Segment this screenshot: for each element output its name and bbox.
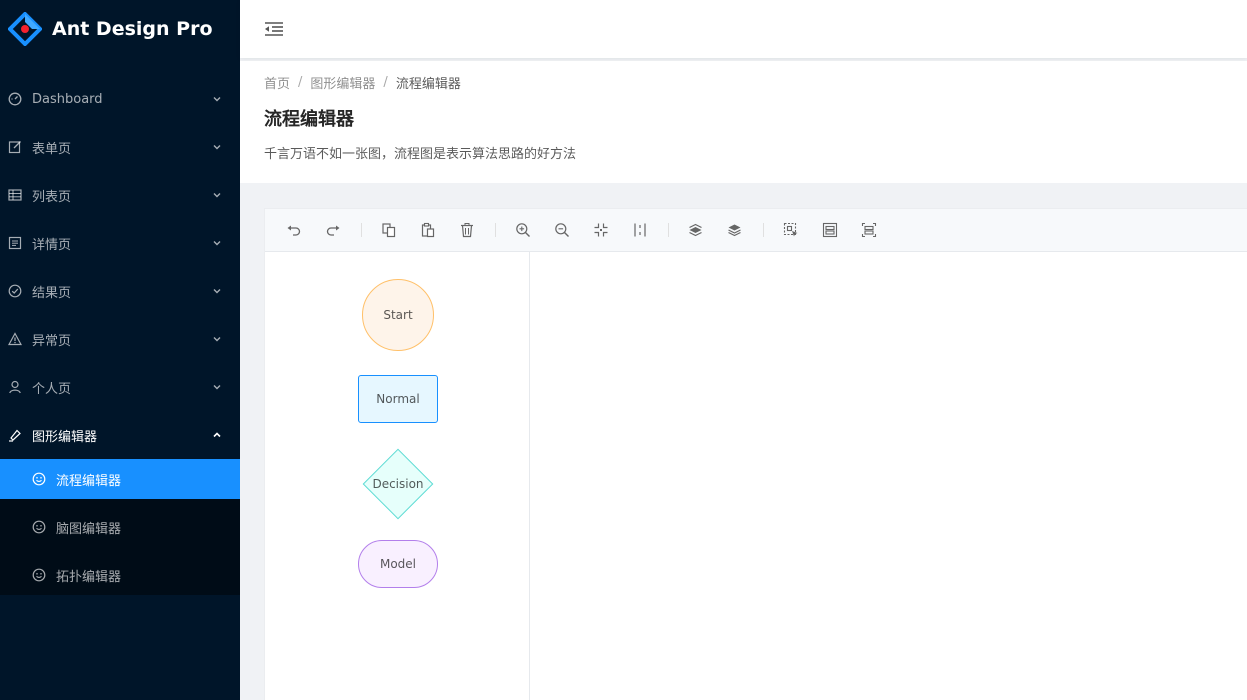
form-icon [8,140,22,154]
model-node-item[interactable]: Model [358,540,438,588]
logo[interactable]: Ant Design Pro [0,0,240,58]
editor-toolbar [265,209,1247,252]
page-title: 流程编辑器 [264,109,354,130]
sidebar-item-label: 结果页 [32,285,72,301]
breadcrumb-current: 流程编辑器 [395,76,461,92]
app-title: Ant Design Pro [52,18,213,40]
to-back-icon[interactable] [685,219,707,241]
chevron-down-icon [212,382,222,392]
warning-icon [8,332,22,346]
normal-node-item[interactable]: Normal [358,375,438,423]
sidebar-item-flow-editor[interactable]: 流程编辑器 [0,459,240,499]
toolbar-divider [495,223,496,237]
sidebar-menu: Dashboard 表单页 列表页 详情页 结果页 异常页 个人页 图形编辑器 … [0,75,240,595]
smile-icon [32,472,46,486]
sidebar: Ant Design Pro Dashboard 表单页 列表页 详情页 结果页… [0,0,240,700]
sidebar-item-label: 异常页 [32,333,72,349]
sidebar-item-koni-editor[interactable]: 拓扑编辑器 [0,555,240,595]
smile-icon [32,520,46,534]
sidebar-item-label: Dashboard [32,91,103,107]
sidebar-item-label: 列表页 [32,189,72,205]
highlight-icon [8,428,22,442]
delete-icon[interactable] [456,219,478,241]
sidebar-subitem-label: 流程编辑器 [56,473,122,489]
flow-editor: Start Normal Decision Model [264,208,1247,700]
ungroup-icon[interactable] [858,219,880,241]
sidebar-item-exception[interactable]: 异常页 [0,315,240,363]
table-icon [8,188,22,202]
copy-icon[interactable] [378,219,400,241]
sidebar-item-label: 个人页 [32,381,72,397]
smile-icon [32,568,46,582]
normal-node-label: Normal [376,392,420,406]
paste-icon[interactable] [417,219,439,241]
zoom-in-icon[interactable] [512,219,534,241]
chevron-down-icon [212,286,222,296]
toolbar-divider [763,223,764,237]
profile-icon [8,236,22,250]
check-circle-icon [8,284,22,298]
chevron-down-icon [212,142,222,152]
decision-node-item[interactable]: Decision [358,444,438,524]
breadcrumb: 首页 / 图形编辑器 / 流程编辑器 [264,73,1223,92]
sidebar-item-profile[interactable]: 详情页 [0,219,240,267]
sidebar-subitem-label: 脑图编辑器 [56,521,122,537]
auto-zoom-icon[interactable] [590,219,612,241]
group-icon[interactable] [819,219,841,241]
model-node-label: Model [379,557,417,571]
global-header [240,0,1247,58]
sidebar-item-editor[interactable]: 图形编辑器 [0,411,240,459]
start-node-item[interactable]: Start [362,279,434,351]
breadcrumb-separator: / [383,74,388,90]
sidebar-item-account[interactable]: 个人页 [0,363,240,411]
to-front-icon[interactable] [724,219,746,241]
flow-canvas[interactable] [530,252,1247,700]
chevron-down-icon [212,190,222,200]
chevron-up-icon [212,430,222,440]
sidebar-item-mind-editor[interactable]: 脑图编辑器 [0,507,240,547]
sidebar-item-label: 图形编辑器 [32,429,98,445]
decision-node-label: Decision [372,477,424,491]
sidebar-item-list[interactable]: 列表页 [0,171,240,219]
zoom-out-icon[interactable] [551,219,573,241]
sidebar-item-label: 详情页 [32,237,72,253]
item-panel: Start Normal Decision Model [265,252,530,700]
chevron-down-icon [212,238,222,248]
start-node-label: Start [383,308,413,322]
reset-zoom-icon[interactable] [629,219,651,241]
undo-icon[interactable] [283,219,305,241]
sidebar-item-result[interactable]: 结果页 [0,267,240,315]
multi-select-icon[interactable] [780,219,802,241]
sidebar-subitem-label: 拓扑编辑器 [56,569,122,585]
dashboard-icon [8,92,22,106]
breadcrumb-separator: / [298,74,303,90]
breadcrumb-home[interactable]: 首页 [264,73,290,92]
sidebar-item-form[interactable]: 表单页 [0,123,240,171]
breadcrumb-parent[interactable]: 图形编辑器 [310,73,375,92]
page-header: 首页 / 图形编辑器 / 流程编辑器 流程编辑器 千言万语不如一张图，流程图是表… [240,61,1247,183]
chevron-down-icon [212,94,222,104]
submenu-editor: 流程编辑器 脑图编辑器 拓扑编辑器 [0,459,240,595]
page-description: 千言万语不如一张图，流程图是表示算法思路的好方法 [264,147,577,162]
redo-icon[interactable] [322,219,344,241]
toolbar-divider [361,223,362,237]
chevron-down-icon [212,334,222,344]
toolbar-divider [668,223,669,237]
sidebar-item-label: 表单页 [32,141,72,157]
menu-fold-icon[interactable] [264,19,284,39]
sidebar-item-dashboard[interactable]: Dashboard [0,75,240,123]
ant-design-logo-icon [7,11,43,47]
user-icon [8,380,22,394]
